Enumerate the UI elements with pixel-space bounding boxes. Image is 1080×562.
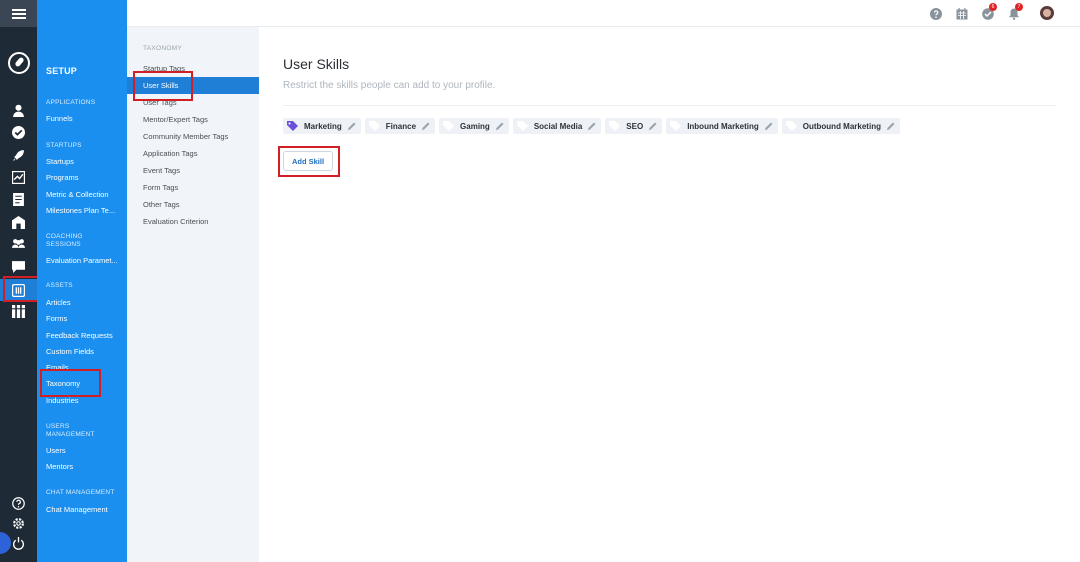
chat-launcher-icon[interactable] bbox=[0, 532, 11, 554]
divider bbox=[283, 105, 1056, 106]
skill-tag[interactable]: Marketing bbox=[283, 118, 361, 134]
bell-badge: 7 bbox=[1015, 3, 1023, 11]
chart-icon[interactable] bbox=[11, 170, 26, 185]
pencil-icon[interactable] bbox=[649, 122, 657, 130]
sidebar-item-articles[interactable]: Articles bbox=[46, 298, 71, 307]
section-chat-management: CHAT MANAGEMENT bbox=[46, 489, 115, 496]
highlight-box-add-skill bbox=[278, 146, 340, 177]
power-icon[interactable] bbox=[12, 537, 25, 550]
tasks-badge: 6 bbox=[989, 3, 997, 11]
pencil-icon[interactable] bbox=[764, 122, 773, 130]
sidebar-item-milestones[interactable]: Milestones Plan Te... bbox=[46, 206, 115, 215]
highlight-box-setup bbox=[3, 276, 41, 302]
page-title: User Skills bbox=[283, 56, 350, 72]
section-coaching-sessions: COACHING SESSIONS bbox=[46, 233, 83, 248]
rocket-logo-icon[interactable] bbox=[8, 52, 30, 74]
tag-icon bbox=[670, 121, 682, 131]
page-subtitle: Restrict the skills people can add to yo… bbox=[283, 80, 496, 91]
sidebar-item-industries[interactable]: Industries bbox=[46, 396, 79, 405]
taxonomy-item-other-tags[interactable]: Other Tags bbox=[143, 200, 180, 209]
sidebar-item-feedback-requests[interactable]: Feedback Requests bbox=[46, 331, 113, 340]
pencil-icon[interactable] bbox=[588, 122, 596, 130]
taxonomy-menu: TAXONOMY Startup Tags User Skills User T… bbox=[127, 0, 259, 562]
help-icon[interactable] bbox=[12, 497, 25, 510]
setup-sidebar: SETUP APPLICATIONS Funnels STARTUPS Star… bbox=[37, 0, 127, 562]
taxonomy-item-evaluation-criterion[interactable]: Evaluation Criterion bbox=[143, 217, 208, 226]
top-bar: 6 7 bbox=[127, 0, 1080, 27]
pencil-icon[interactable] bbox=[886, 122, 895, 130]
pencil-icon[interactable] bbox=[347, 122, 356, 130]
avatar[interactable] bbox=[1040, 6, 1054, 20]
sidebar-item-mentors[interactable]: Mentors bbox=[46, 462, 73, 471]
section-users-management: USERS MANAGEMENT bbox=[46, 423, 95, 438]
menu-icon[interactable] bbox=[0, 0, 37, 27]
tag-icon bbox=[287, 121, 298, 131]
skill-tag[interactable]: Social Media bbox=[512, 118, 602, 134]
icon-rail bbox=[0, 0, 41, 562]
pencil-icon[interactable] bbox=[495, 122, 504, 130]
sidebar-item-forms[interactable]: Forms bbox=[46, 314, 67, 323]
pencil-icon[interactable] bbox=[422, 122, 430, 130]
help-icon[interactable] bbox=[930, 7, 942, 20]
section-assets: ASSETS bbox=[46, 282, 73, 289]
gear-icon[interactable] bbox=[12, 517, 25, 530]
skill-tag-label: Finance bbox=[385, 121, 417, 131]
highlight-box-user-skills bbox=[133, 71, 193, 101]
tag-icon bbox=[785, 121, 797, 131]
tag-icon bbox=[368, 121, 380, 131]
taxonomy-item-application-tags[interactable]: Application Tags bbox=[143, 149, 197, 158]
sidebar-item-funnels[interactable]: Funnels bbox=[46, 114, 73, 123]
calendar-icon[interactable] bbox=[956, 7, 968, 20]
app-window: SETUP APPLICATIONS Funnels STARTUPS Star… bbox=[0, 0, 1080, 562]
taxonomy-item-community-member-tags[interactable]: Community Member Tags bbox=[143, 132, 228, 141]
user-icon[interactable] bbox=[12, 104, 25, 117]
group-icon[interactable] bbox=[12, 237, 25, 250]
chat-icon[interactable] bbox=[12, 260, 25, 273]
rocket-icon[interactable] bbox=[12, 149, 25, 162]
taxonomy-section-label: TAXONOMY bbox=[143, 45, 183, 52]
skill-tag-label: Marketing bbox=[304, 121, 342, 131]
document-icon[interactable] bbox=[12, 193, 25, 206]
skill-tag-label: SEO bbox=[626, 121, 644, 131]
taxonomy-item-mentor-expert-tags[interactable]: Mentor/Expert Tags bbox=[143, 115, 208, 124]
skill-tag-label: Outbound Marketing bbox=[802, 121, 881, 131]
sidebar-item-users[interactable]: Users bbox=[46, 446, 66, 455]
grid-icon[interactable] bbox=[12, 305, 25, 318]
skill-tags: Marketing Finance Gaming Social Media SE bbox=[283, 118, 900, 134]
check-circle-icon[interactable] bbox=[12, 126, 25, 139]
sidebar-item-chat-management[interactable]: Chat Management bbox=[46, 505, 108, 514]
tag-icon bbox=[609, 121, 621, 131]
setup-title: SETUP bbox=[46, 66, 78, 76]
skill-tag[interactable]: Gaming bbox=[439, 118, 509, 134]
tag-icon bbox=[516, 121, 528, 131]
taxonomy-item-form-tags[interactable]: Form Tags bbox=[143, 183, 178, 192]
skill-tag-label: Gaming bbox=[460, 121, 490, 131]
section-applications: APPLICATIONS bbox=[46, 99, 96, 106]
bell-icon[interactable]: 7 bbox=[1008, 3, 1023, 20]
skill-tag[interactable]: Inbound Marketing bbox=[666, 118, 778, 134]
skill-tag[interactable]: Outbound Marketing bbox=[781, 118, 900, 134]
skill-tag[interactable]: SEO bbox=[605, 118, 663, 134]
taxonomy-item-event-tags[interactable]: Event Tags bbox=[143, 166, 180, 175]
skill-tag-label: Inbound Marketing bbox=[687, 121, 759, 131]
sidebar-item-custom-fields[interactable]: Custom Fields bbox=[46, 347, 94, 356]
tasks-icon[interactable]: 6 bbox=[982, 3, 997, 20]
building-icon[interactable] bbox=[12, 216, 25, 229]
sidebar-item-startups[interactable]: Startups bbox=[46, 157, 74, 166]
section-startups: STARTUPS bbox=[46, 142, 82, 149]
skill-tag[interactable]: Finance bbox=[364, 118, 436, 134]
sidebar-item-programs[interactable]: Programs bbox=[46, 173, 79, 182]
tag-icon bbox=[443, 121, 455, 131]
main-content: User Skills Restrict the skills people c… bbox=[259, 27, 1080, 562]
sidebar-item-metric-collection[interactable]: Metric & Collection bbox=[46, 190, 109, 199]
sidebar-item-evaluation-parameters[interactable]: Evaluation Paramet... bbox=[46, 256, 118, 265]
highlight-box-taxonomy bbox=[40, 369, 101, 397]
skill-tag-label: Social Media bbox=[533, 121, 583, 131]
